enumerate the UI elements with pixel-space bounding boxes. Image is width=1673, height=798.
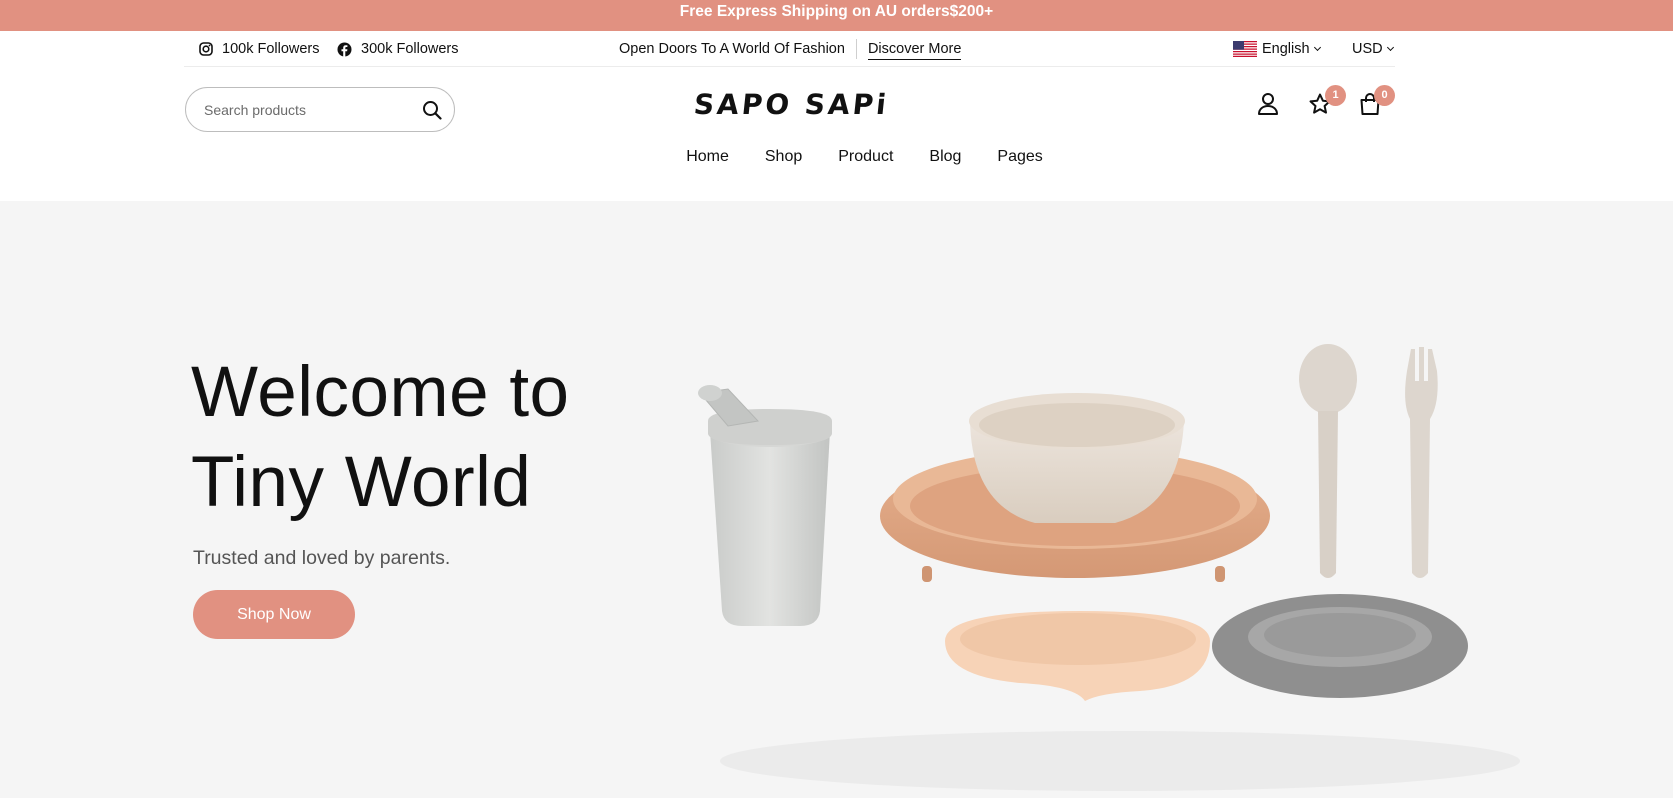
wishlist-count-badge: 1 xyxy=(1325,85,1346,106)
account-button[interactable] xyxy=(1257,92,1279,122)
cart-button[interactable]: 0 xyxy=(1359,85,1395,122)
nav-blog[interactable]: Blog xyxy=(929,148,961,166)
cart-count-badge: 0 xyxy=(1374,85,1395,106)
discover-more-link[interactable]: Discover More xyxy=(867,41,962,60)
hero-product-image xyxy=(698,344,1520,791)
nav-home[interactable]: Home xyxy=(686,148,729,166)
language-selector[interactable]: English xyxy=(1233,31,1321,67)
facebook-followers: 300k Followers xyxy=(361,41,459,57)
promo-text: Free Express Shipping on AU orders$200+ xyxy=(679,3,994,20)
facebook-icon xyxy=(337,42,352,57)
site-logo[interactable]: SAPO SAPi xyxy=(692,88,890,121)
search-icon[interactable] xyxy=(422,100,442,120)
tagline-text: Open Doors To A World Of Fashion xyxy=(619,41,845,57)
chevron-down-icon xyxy=(1386,43,1394,52)
language-label: English xyxy=(1262,41,1310,57)
us-flag-icon xyxy=(1233,41,1257,57)
hero-section: Welcome to Tiny World Trusted and loved … xyxy=(0,201,1673,798)
tagline-area: Open Doors To A World Of Fashion Discove… xyxy=(619,31,962,67)
hero-title-line1: Welcome to xyxy=(191,353,570,432)
instagram-link[interactable]: 100k Followers xyxy=(199,31,320,67)
instagram-icon xyxy=(199,42,213,56)
instagram-followers: 100k Followers xyxy=(222,41,320,57)
hero-title-line2: Tiny World xyxy=(191,443,532,522)
hero-title: Welcome to Tiny World xyxy=(191,348,570,528)
search-box xyxy=(185,87,455,132)
nav-product[interactable]: Product xyxy=(838,148,893,166)
user-icon xyxy=(1258,93,1278,115)
facebook-link[interactable]: 300k Followers xyxy=(337,31,459,67)
divider xyxy=(855,39,857,59)
nav-shop[interactable]: Shop xyxy=(765,148,802,166)
promo-banner: Free Express Shipping on AU orders$200+ xyxy=(0,0,1673,31)
chevron-down-icon xyxy=(1313,43,1321,52)
hero-subtitle: Trusted and loved by parents. xyxy=(193,547,451,569)
currency-label: USD xyxy=(1352,41,1383,57)
nav-pages[interactable]: Pages xyxy=(997,148,1042,166)
wishlist-button[interactable]: 1 xyxy=(1308,85,1346,122)
main-nav: Home Shop Product Blog Pages xyxy=(0,148,1673,166)
search-input[interactable] xyxy=(204,101,422,118)
currency-selector[interactable]: USD xyxy=(1352,31,1394,67)
top-bar: 100k Followers 300k Followers Open Doors… xyxy=(184,31,1395,67)
shop-now-button[interactable]: Shop Now xyxy=(193,590,355,639)
